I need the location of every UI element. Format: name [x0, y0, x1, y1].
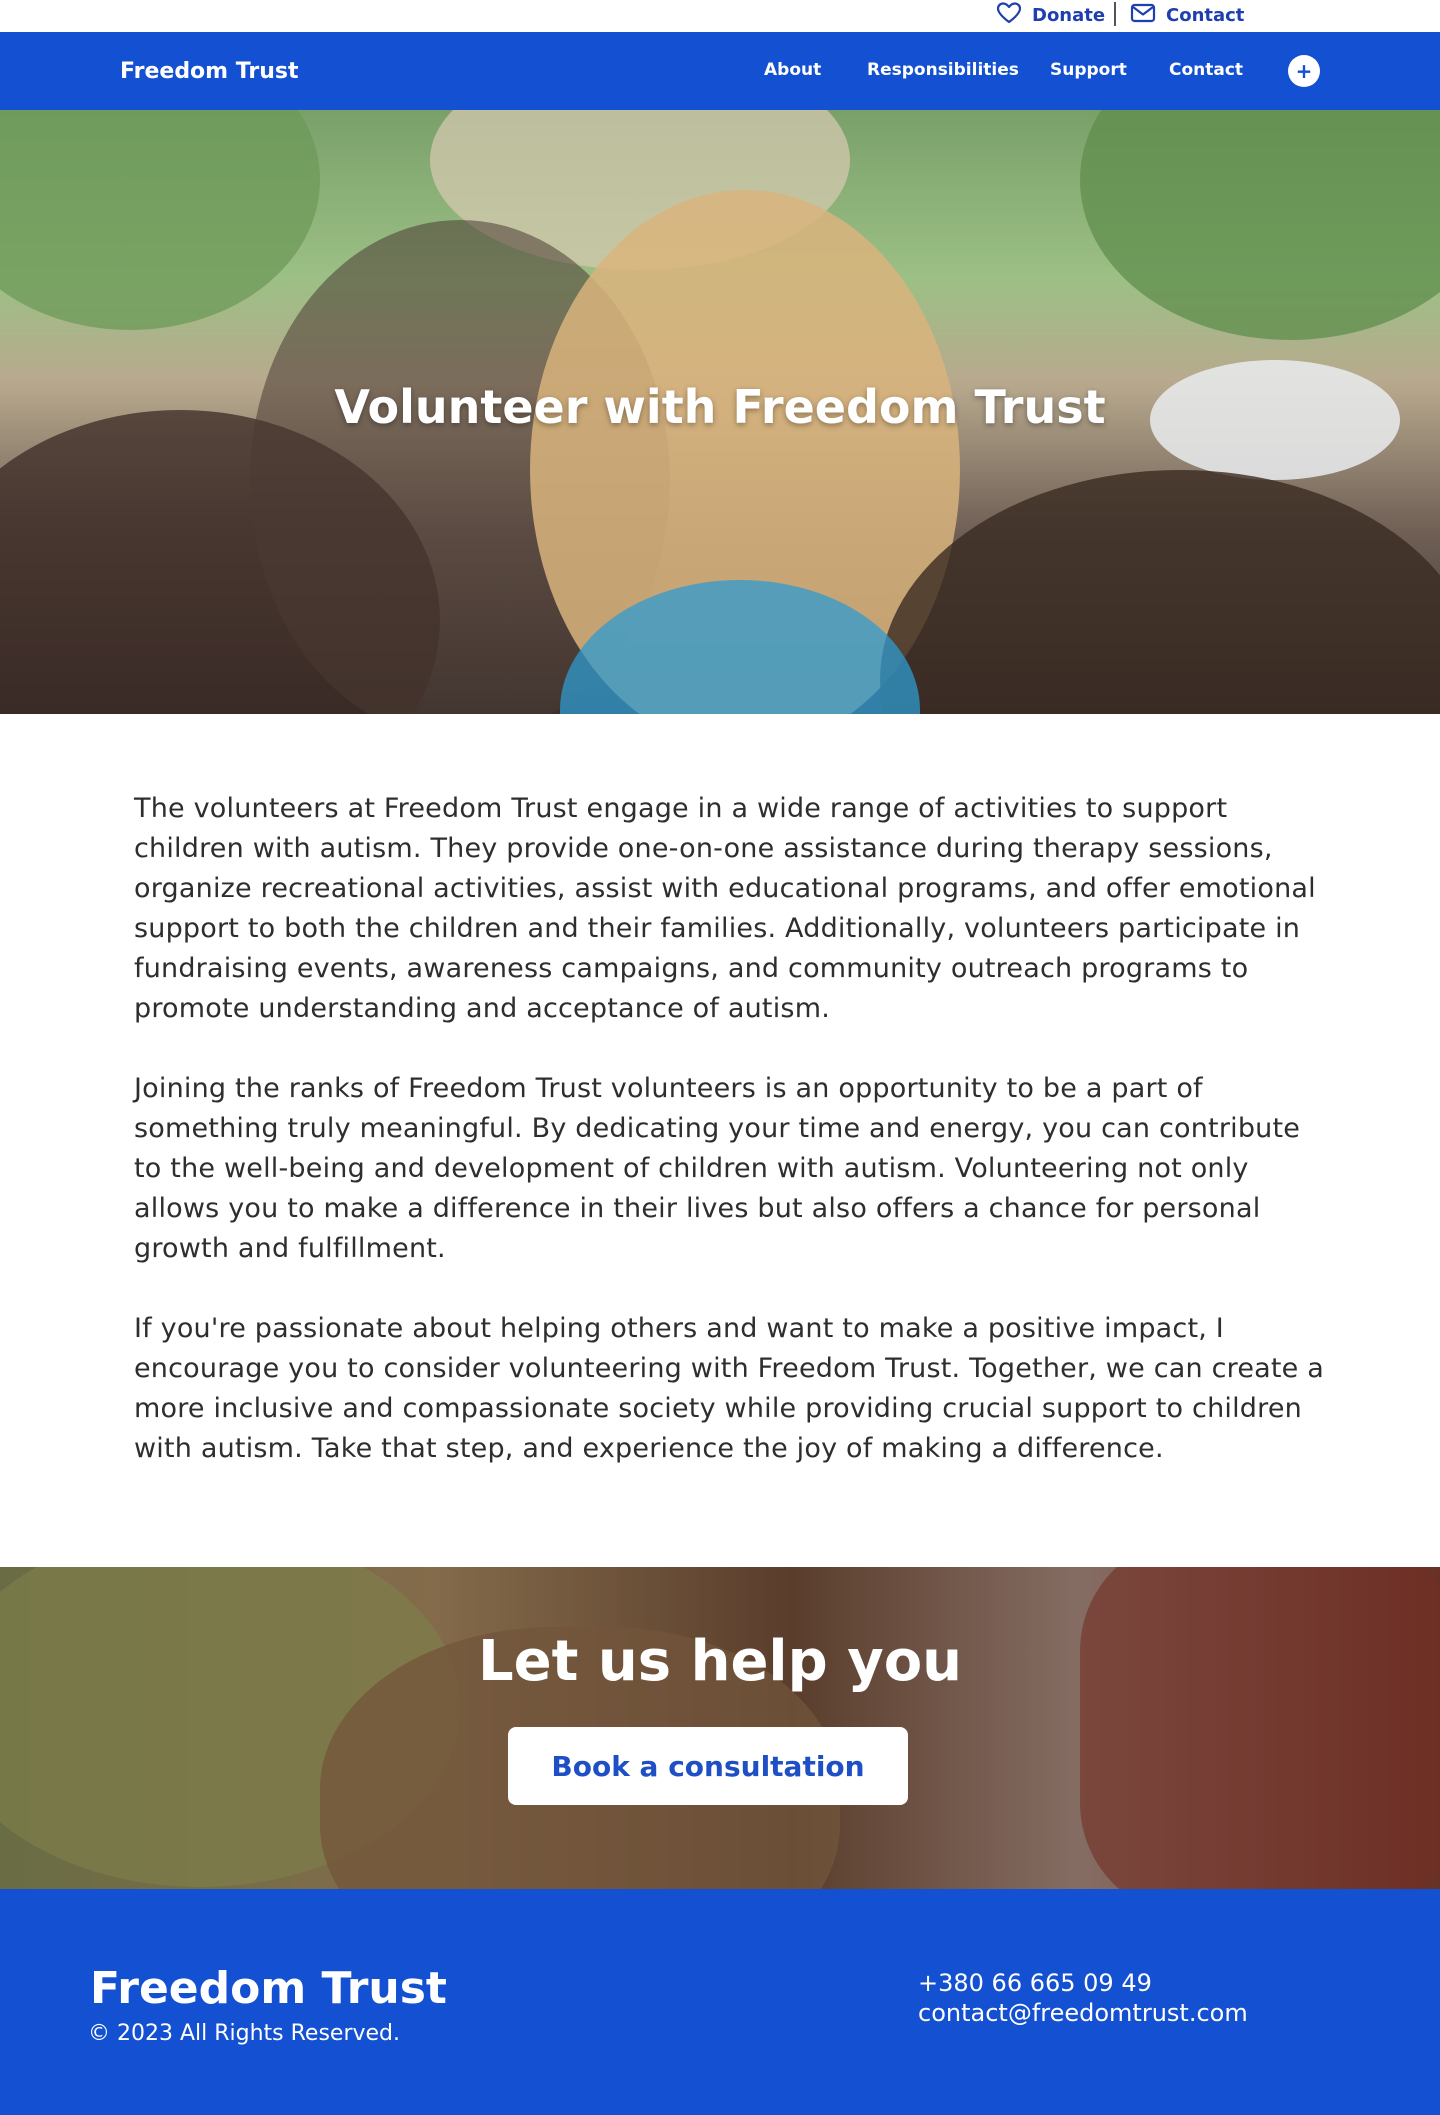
heart-icon: [996, 1, 1022, 30]
footer-email[interactable]: contact@freedomtrust.com: [918, 1999, 1248, 2027]
nav-item-contact[interactable]: Contact: [1169, 60, 1243, 80]
paragraph-encourage: If you're passionate about helping other…: [134, 1313, 1325, 1464]
brand-logo[interactable]: Freedom Trust: [120, 59, 298, 84]
paragraph-activities: The volunteers at Freedom Trust engage i…: [134, 793, 1316, 1024]
book-consultation-button[interactable]: Book a consultation: [508, 1727, 908, 1805]
contact-link[interactable]: Contact: [1130, 3, 1244, 27]
person-right: [880, 470, 1440, 714]
main-content: The volunteers at Freedom Trust engage i…: [134, 789, 1334, 1509]
divider: [1114, 2, 1116, 26]
donate-label: Donate: [1032, 4, 1106, 26]
mail-icon: [1130, 2, 1156, 29]
nav-item-about[interactable]: About: [764, 60, 821, 80]
footer-phone[interactable]: +380 66 665 09 49: [918, 1969, 1152, 1997]
paragraph-joining: Joining the ranks of Freedom Trust volun…: [134, 1073, 1301, 1264]
footer-brand: Freedom Trust: [90, 1963, 447, 2014]
hero-title: Volunteer with Freedom Trust: [334, 380, 1106, 434]
nav-item-support[interactable]: Support: [1050, 60, 1127, 80]
cta-banner: Let us help you Book a consultation: [0, 1567, 1440, 1889]
contact-label: Contact: [1166, 4, 1245, 26]
background-tree: [1080, 110, 1440, 340]
main-nav: Freedom Trust About Responsibilities Sup…: [0, 32, 1440, 110]
site-footer: Freedom Trust © 2023 All Rights Reserved…: [0, 1889, 1440, 2115]
plus-icon[interactable]: +: [1288, 55, 1320, 87]
hero-banner: Volunteer with Freedom Trust: [0, 110, 1440, 714]
background-foliage: [0, 110, 320, 330]
footer-copyright: © 2023 All Rights Reserved.: [88, 2021, 401, 2046]
nav-item-responsibilities[interactable]: Responsibilities: [867, 60, 1019, 80]
donate-link[interactable]: Donate: [996, 1, 1106, 30]
cta-heading: Let us help you: [477, 1629, 963, 1694]
utility-bar: Donate Contact: [0, 0, 1440, 32]
